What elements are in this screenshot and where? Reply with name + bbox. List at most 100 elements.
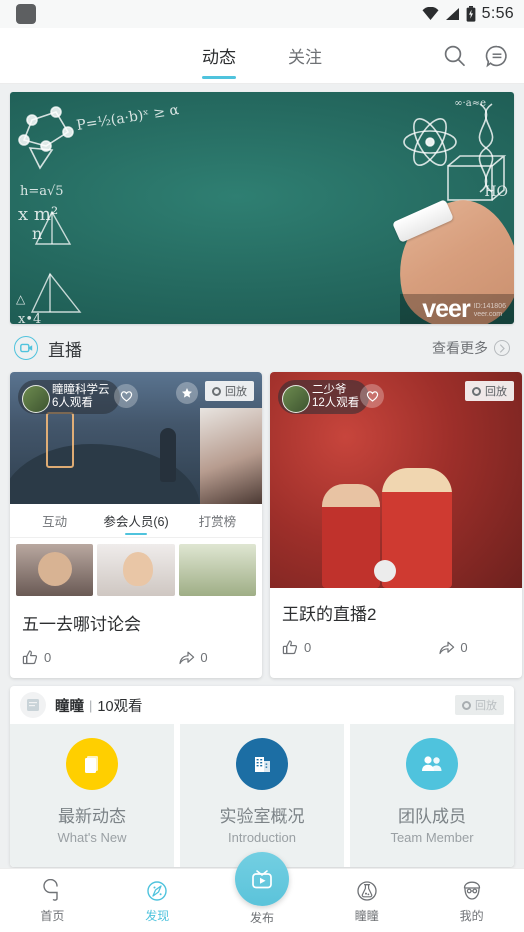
replay-badge-label: 回放 <box>475 700 497 712</box>
top-tab-bar: 动态 关注 <box>0 28 524 84</box>
attendee-thumbnail[interactable] <box>178 544 256 596</box>
inner-tab-canhui[interactable]: 参会人员(6) <box>95 504 176 537</box>
replay-badge: 回放 <box>205 381 254 401</box>
inner-tab-dashang[interactable]: 打赏榜 <box>177 504 258 537</box>
live-card-author-pill: 二少爷 12人观看 <box>278 380 370 414</box>
app-square-icon <box>16 4 36 24</box>
live-card-author: 瞳瞳科学云 <box>52 384 110 396</box>
attendee-thumbnail[interactable] <box>97 544 175 596</box>
thumbnail-frame-shape <box>46 412 74 468</box>
live-card-author-pill: 瞳瞳科学云 6人观看 <box>18 380 120 414</box>
thumbnail-inset-video <box>200 408 262 504</box>
live-card-thumbnail[interactable]: 瞳瞳科学云 6人观看 回放 <box>10 372 262 504</box>
bottom-nav-bar: 首页 发现 发布 瞳瞳 我的 <box>0 852 524 932</box>
tab-dongtai-label: 动态 <box>202 48 236 67</box>
replay-dot-icon <box>462 700 471 710</box>
lab-card[interactable]: 瞳瞳 | 10观看 回放 最新动态 What's New 实验室概况 Intro… <box>10 686 514 867</box>
live-card-title: 五一去哪讨论会 <box>22 615 141 634</box>
profile-icon <box>419 878 524 904</box>
discover-icon <box>105 878 210 904</box>
home-icon <box>0 878 105 904</box>
watermark-text: veer <box>422 294 470 323</box>
cellular-signal-icon <box>445 8 459 20</box>
app-screen: 5:56 动态 关注 h=a√5 x m² n x•4 P=½(a·b)ˣ ≥ … <box>0 0 524 932</box>
replay-badge-label: 回放 <box>225 386 247 398</box>
lab-watch-count: 10观看 <box>97 698 143 715</box>
inner-tab-hudong[interactable]: 互动 <box>14 504 95 537</box>
chalk-geometry-icon <box>30 210 82 313</box>
live-section-title: 直播 <box>48 340 82 360</box>
share-count: 0 <box>200 650 208 665</box>
lab-name: 瞳瞳 <box>55 698 84 715</box>
building-icon <box>236 738 288 790</box>
live-card-author: 二少爷 <box>312 384 347 396</box>
avatar <box>22 385 50 413</box>
tab-guanzhu-label: 关注 <box>288 48 322 67</box>
live-card-list: 瞳瞳科学云 6人观看 回放 互动 参会人员(6) 打赏榜 五一去哪讨论会 0 0… <box>0 372 524 678</box>
like-count: 0 <box>304 640 312 655</box>
see-more-button[interactable]: 查看更多 <box>432 338 510 358</box>
like-button[interactable]: 0 <box>22 649 136 666</box>
replay-dot-icon <box>472 386 481 396</box>
heart-icon[interactable] <box>360 384 384 408</box>
tab-dongtai[interactable]: 动态 <box>198 28 240 83</box>
live-card-title: 王跃的直播2 <box>282 605 377 624</box>
search-icon[interactable] <box>442 43 468 69</box>
nav-item-lab-label: 瞳瞳 <box>354 908 379 923</box>
replay-dot-icon <box>212 386 221 396</box>
share-button[interactable]: 0 <box>396 639 510 656</box>
like-button[interactable]: 0 <box>282 639 396 656</box>
live-card-watch-count: 12人观看 <box>312 397 360 409</box>
replay-badge-label: 回放 <box>485 386 507 398</box>
publish-tv-icon[interactable] <box>235 852 289 906</box>
replay-badge: 回放 <box>465 381 514 401</box>
share-arrow-icon <box>179 651 195 665</box>
nav-item-home-label: 首页 <box>40 908 65 923</box>
live-card-thumbnail[interactable]: 二少爷 12人观看 回放 <box>270 372 522 588</box>
thumbs-up-icon <box>282 640 298 655</box>
wifi-icon <box>422 7 439 20</box>
tile-introduction[interactable]: 实验室概况 Introduction <box>180 724 344 867</box>
lab-feature-tiles: 最新动态 What's New 实验室概况 Introduction 团队成员 … <box>10 724 514 867</box>
tile-team-member[interactable]: 团队成员 Team Member <box>350 724 514 867</box>
heart-icon[interactable] <box>114 384 138 408</box>
thumbnail-ball <box>374 560 396 582</box>
lab-card-header: 瞳瞳 | 10观看 回放 <box>10 686 514 724</box>
avatar <box>282 385 310 413</box>
live-section-header: 直播 查看更多 <box>0 324 524 372</box>
status-bar-clock: 5:56 <box>481 5 514 22</box>
people-icon <box>406 738 458 790</box>
tile-label-cn: 最新动态 <box>58 807 126 826</box>
nav-item-profile-label: 我的 <box>459 908 484 923</box>
attendee-thumbnail[interactable] <box>16 544 94 596</box>
status-bar-right: 5:56 <box>422 5 514 23</box>
live-card[interactable]: 二少爷 12人观看 回放 王跃的直播2 0 0 <box>270 372 522 678</box>
nav-item-home[interactable]: 首页 <box>0 878 105 924</box>
message-icon[interactable] <box>484 43 510 69</box>
lab-separator: | <box>89 697 93 713</box>
nav-item-discover[interactable]: 发现 <box>105 878 210 924</box>
tab-guanzhu[interactable]: 关注 <box>284 28 326 83</box>
live-card[interactable]: 瞳瞳科学云 6人观看 回放 互动 参会人员(6) 打赏榜 五一去哪讨论会 0 0 <box>10 372 262 678</box>
chevron-right-icon <box>494 340 510 356</box>
top-bar-actions <box>442 43 510 69</box>
tile-whats-new[interactable]: 最新动态 What's New <box>10 724 174 867</box>
see-more-label: 查看更多 <box>432 340 488 356</box>
thumbnail-silhouette <box>160 428 176 482</box>
thumbs-up-icon <box>22 650 38 665</box>
tile-label-cn: 团队成员 <box>398 807 466 826</box>
live-card-stats: 0 0 <box>10 635 262 678</box>
documents-icon <box>66 738 118 790</box>
live-card-inner-tabs: 互动 参会人员(6) 打赏榜 <box>10 504 262 538</box>
live-card-watch-count: 6人观看 <box>52 397 93 409</box>
thumbnail-child-left <box>322 484 380 588</box>
chalk-molecule-icon <box>18 106 74 170</box>
star-icon[interactable] <box>176 382 198 404</box>
nav-item-lab[interactable]: 瞳瞳 <box>314 878 419 924</box>
nav-item-profile[interactable]: 我的 <box>419 878 524 924</box>
share-button[interactable]: 0 <box>136 649 250 666</box>
nav-item-publish-label: 发布 <box>249 911 275 925</box>
banner-container: h=a√5 x m² n x•4 P=½(a·b)ˣ ≥ α ∞·a≈e . △ <box>0 84 524 324</box>
banner-image[interactable]: h=a√5 x m² n x•4 P=½(a·b)ˣ ≥ α ∞·a≈e . △ <box>10 92 514 324</box>
tile-label-en: What's New <box>57 830 127 845</box>
